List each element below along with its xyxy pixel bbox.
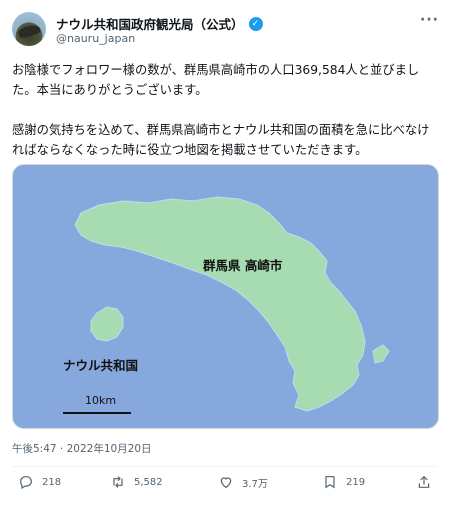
like-count: 3.7万: [242, 478, 268, 490]
reply-icon: [20, 476, 32, 490]
divider: [12, 466, 437, 467]
heart-icon: [220, 477, 232, 489]
post-text: お陰様でフォロワー様の数が、群馬県高崎市の人口369,584人と並びました。本当…: [12, 63, 430, 157]
share-icon: [418, 475, 430, 488]
retweet-count: 5,582: [134, 476, 163, 488]
scale-label: 10km: [85, 394, 117, 407]
reply-count: 218: [42, 476, 62, 488]
display-name[interactable]: ナウル共和国政府観光局（公式）: [56, 14, 244, 33]
map-svg: [13, 165, 438, 428]
bookmark-button[interactable]: 219: [322, 474, 365, 490]
retweet-icon: [113, 476, 123, 488]
handle[interactable]: @nauru_japan: [56, 32, 135, 45]
label-nauru: ナウル共和国: [63, 358, 139, 373]
avatar[interactable]: [12, 12, 46, 46]
post-timestamp[interactable]: 午後5:47 · 2022年10月20日: [12, 441, 152, 456]
like-button[interactable]: 3.7万: [218, 474, 268, 490]
more-icon[interactable]: ···: [420, 12, 439, 28]
action-bar: 218 5,582 3.7万 219: [0, 474, 449, 500]
name-row: ナウル共和国政府観光局（公式） ✓: [56, 14, 263, 33]
verified-badge-icon: ✓: [248, 16, 263, 31]
share-button[interactable]: [416, 474, 432, 490]
bookmark-icon: [325, 476, 335, 489]
bookmark-count: 219: [346, 476, 366, 488]
reply-button[interactable]: 218: [18, 474, 61, 490]
retweet-button[interactable]: 5,582: [110, 474, 163, 490]
map-image[interactable]: 群馬県 高崎市 ナウル共和国 10km: [12, 164, 439, 429]
post-header: ナウル共和国政府観光局（公式） ✓ @nauru_japan ···: [12, 12, 439, 52]
label-takasaki: 群馬県 高崎市: [203, 258, 283, 273]
